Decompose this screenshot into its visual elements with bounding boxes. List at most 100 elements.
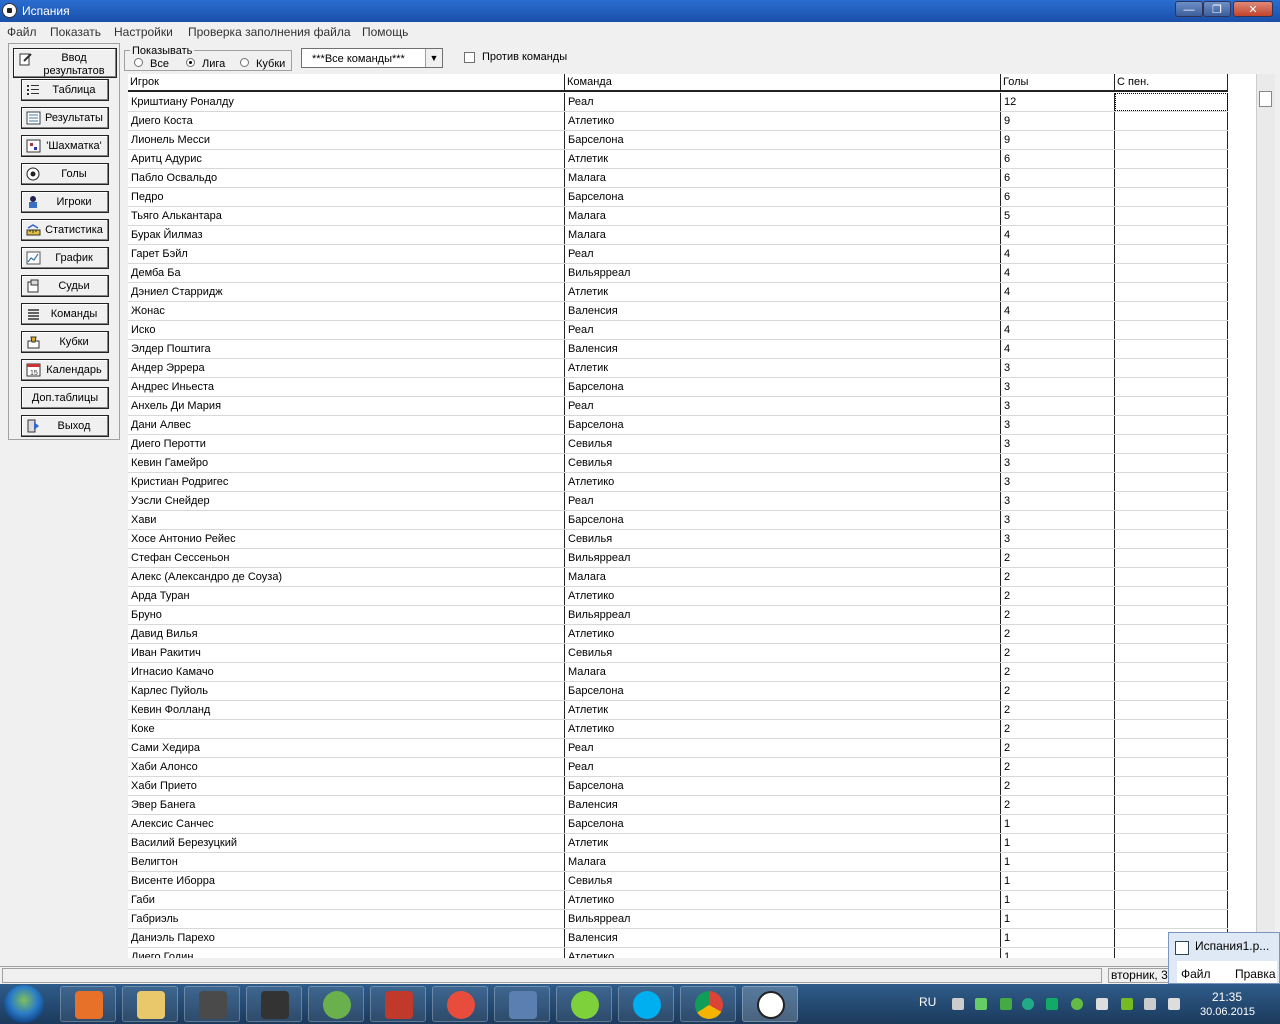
chess-table-button[interactable]: 'Шахматка' — [21, 135, 109, 157]
cell-team[interactable]: Валенсия — [565, 796, 1001, 814]
cell-player[interactable]: Стефан Сессеньон — [128, 549, 565, 567]
cell-penalties[interactable] — [1115, 264, 1228, 282]
referees-button[interactable]: Судьи — [21, 275, 109, 297]
cell-player[interactable]: Хаби Прието — [128, 777, 565, 795]
cell-penalties[interactable] — [1115, 625, 1228, 643]
cell-goals[interactable]: 1 — [1001, 910, 1115, 928]
cell-team[interactable]: Атлетик — [565, 701, 1001, 719]
table-row[interactable]: Элдер Поштига Валенсия 4 — [128, 340, 1228, 359]
cell-penalties[interactable] — [1115, 150, 1228, 168]
cell-team[interactable]: Реал — [565, 321, 1001, 339]
cell-goals[interactable]: 2 — [1001, 625, 1115, 643]
cell-goals[interactable]: 2 — [1001, 606, 1115, 624]
table-row[interactable]: Диего Коста Атлетико 9 — [128, 112, 1228, 131]
cell-team[interactable]: Атлетико — [565, 473, 1001, 491]
cell-team[interactable]: Валенсия — [565, 929, 1001, 947]
table-row[interactable]: Гарет Бэйл Реал 4 — [128, 245, 1228, 264]
soccer-ball-icon[interactable] — [742, 986, 798, 1022]
cell-team[interactable]: Барселона — [565, 131, 1001, 149]
cell-team[interactable]: Севилья — [565, 530, 1001, 548]
taskbar-preview-window[interactable]: Испания1.p... Файл Правка — [1168, 932, 1280, 984]
tray-app-icon[interactable] — [1096, 998, 1108, 1010]
cell-player[interactable]: Диего Перотти — [128, 435, 565, 453]
cell-player[interactable]: Эвер Банега — [128, 796, 565, 814]
icq-icon[interactable] — [556, 986, 612, 1022]
cell-team[interactable]: Атлетик — [565, 283, 1001, 301]
utorrent-icon[interactable] — [308, 986, 364, 1022]
cell-player[interactable]: Даниэль Парехо — [128, 929, 565, 947]
table-row[interactable]: Андрес Иньеста Барселона 3 — [128, 378, 1228, 397]
cell-goals[interactable]: 1 — [1001, 872, 1115, 890]
table-row[interactable]: Анхель Ди Мария Реал 3 — [128, 397, 1228, 416]
cell-penalties[interactable] — [1115, 283, 1228, 301]
calendar-button[interactable]: 15 Календарь — [21, 359, 109, 381]
cell-penalties[interactable] — [1115, 378, 1228, 396]
file-explorer-icon[interactable] — [122, 986, 178, 1022]
cell-goals[interactable]: 2 — [1001, 587, 1115, 605]
cell-team[interactable]: Барселона — [565, 416, 1001, 434]
table-row[interactable]: Педро Барселона 6 — [128, 188, 1228, 207]
chrome-icon[interactable] — [680, 986, 736, 1022]
table-row[interactable]: Уэсли Снейдер Реал 3 — [128, 492, 1228, 511]
cell-penalties[interactable] — [1115, 245, 1228, 263]
table-row[interactable]: Давид Вилья Атлетико 2 — [128, 625, 1228, 644]
cell-penalties[interactable] — [1115, 587, 1228, 605]
cell-player[interactable]: Арда Туран — [128, 587, 565, 605]
cell-player[interactable]: Дэниел Старридж — [128, 283, 565, 301]
cell-penalties[interactable] — [1115, 511, 1228, 529]
menu-show[interactable]: Показать — [50, 25, 101, 39]
cell-player[interactable]: Габи — [128, 891, 565, 909]
cell-goals[interactable]: 1 — [1001, 929, 1115, 947]
cell-goals[interactable]: 1 — [1001, 948, 1115, 958]
table-row[interactable]: Велигтон Малага 1 — [128, 853, 1228, 872]
cell-goals[interactable]: 3 — [1001, 492, 1115, 510]
cell-player[interactable]: Карлес Пуйоль — [128, 682, 565, 700]
cell-penalties[interactable] — [1115, 454, 1228, 472]
close-button[interactable]: ✕ — [1233, 1, 1273, 17]
table-row[interactable]: Кевин Фолланд Атлетик 2 — [128, 701, 1228, 720]
cell-team[interactable]: Валенсия — [565, 302, 1001, 320]
table-row[interactable]: Карлес Пуйоль Барселона 2 — [128, 682, 1228, 701]
skype-icon[interactable] — [618, 986, 674, 1022]
cell-penalties[interactable] — [1115, 530, 1228, 548]
cell-penalties[interactable] — [1115, 815, 1228, 833]
cell-player[interactable]: Диего Годин — [128, 948, 565, 958]
table-row[interactable]: Кристиан Родригес Атлетико 3 — [128, 473, 1228, 492]
cell-player[interactable]: Демба Ба — [128, 264, 565, 282]
table-row[interactable]: Криштиану Роналду Реал 12 — [128, 93, 1228, 112]
table-row[interactable]: Висенте Иборра Севилья 1 — [128, 872, 1228, 891]
cell-team[interactable]: Валенсия — [565, 340, 1001, 358]
cell-goals[interactable]: 12 — [1001, 93, 1115, 111]
cell-player[interactable]: Гарет Бэйл — [128, 245, 565, 263]
cell-goals[interactable]: 2 — [1001, 682, 1115, 700]
camera-icon[interactable] — [246, 986, 302, 1022]
cell-team[interactable]: Барселона — [565, 378, 1001, 396]
cell-player[interactable]: Кристиан Родригес — [128, 473, 565, 491]
cell-goals[interactable]: 2 — [1001, 739, 1115, 757]
table-row[interactable]: Коке Атлетико 2 — [128, 720, 1228, 739]
cell-goals[interactable]: 3 — [1001, 511, 1115, 529]
table-row[interactable]: Даниэль Парехо Валенсия 1 — [128, 929, 1228, 948]
cell-goals[interactable]: 2 — [1001, 758, 1115, 776]
cell-goals[interactable]: 2 — [1001, 777, 1115, 795]
cell-player[interactable]: Велигтон — [128, 853, 565, 871]
cell-team[interactable]: Малага — [565, 853, 1001, 871]
network-icon[interactable] — [952, 998, 964, 1010]
cell-penalties[interactable] — [1115, 891, 1228, 909]
cell-goals[interactable]: 6 — [1001, 188, 1115, 206]
cell-penalties[interactable] — [1115, 777, 1228, 795]
cell-team[interactable]: Малага — [565, 568, 1001, 586]
cell-team[interactable]: Вильярреал — [565, 910, 1001, 928]
cell-penalties[interactable] — [1115, 397, 1228, 415]
cell-penalties[interactable] — [1115, 834, 1228, 852]
table-button[interactable]: Таблица — [21, 79, 109, 101]
column-goals[interactable]: Голы — [1001, 74, 1115, 90]
cell-player[interactable]: Василий Березуцкий — [128, 834, 565, 852]
tray-app-icon[interactable] — [1022, 998, 1034, 1010]
table-row[interactable]: Андер Эррера Атлетик 3 — [128, 359, 1228, 378]
cell-penalties[interactable] — [1115, 340, 1228, 358]
cell-penalties[interactable] — [1115, 606, 1228, 624]
cell-goals[interactable]: 3 — [1001, 454, 1115, 472]
cell-team[interactable]: Малага — [565, 663, 1001, 681]
cell-goals[interactable]: 2 — [1001, 796, 1115, 814]
